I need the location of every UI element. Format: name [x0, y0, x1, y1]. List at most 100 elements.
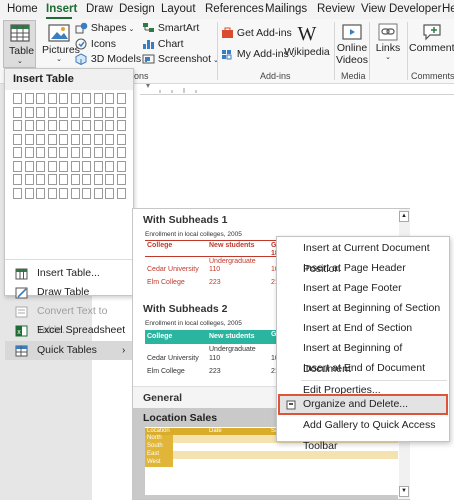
- grid-cell[interactable]: [47, 93, 57, 104]
- grid-cell[interactable]: [116, 106, 126, 118]
- grid-cell[interactable]: [116, 147, 126, 158]
- grid-cell[interactable]: [36, 133, 45, 145]
- grid-cell[interactable]: [36, 147, 45, 158]
- tab-draw[interactable]: Draw: [86, 3, 113, 15]
- shapes-button[interactable]: Shapes ⌄: [75, 22, 134, 34]
- insert-at-page-header-menu-item[interactable]: Insert at Page Header: [277, 258, 449, 279]
- grid-cell[interactable]: [70, 93, 80, 104]
- grid-cell[interactable]: [24, 106, 34, 118]
- grid-cell[interactable]: [36, 187, 45, 199]
- quick-tables-menu-item[interactable]: Quick Tables ›: [5, 341, 133, 360]
- grid-cell[interactable]: [24, 187, 34, 199]
- grid-cell[interactable]: [116, 187, 126, 199]
- grid-cell[interactable]: [116, 160, 126, 172]
- grid-cell[interactable]: [116, 174, 126, 185]
- grid-cell[interactable]: [47, 133, 57, 145]
- grid-cell[interactable]: [105, 147, 114, 158]
- table-button[interactable]: Table ⌄: [3, 20, 36, 68]
- draw-table-menu-item[interactable]: Draw Table: [5, 283, 133, 302]
- grid-cell[interactable]: [24, 147, 34, 158]
- pictures-button[interactable]: Pictures ⌄: [42, 21, 80, 69]
- grid-cell[interactable]: [13, 147, 22, 158]
- grid-cell[interactable]: [59, 187, 68, 199]
- grid-cell[interactable]: [47, 120, 57, 131]
- grid-cell[interactable]: [105, 160, 114, 172]
- insert-table-menu-item[interactable]: Insert Table...: [5, 264, 133, 283]
- grid-cell[interactable]: [116, 120, 126, 131]
- grid-cell[interactable]: [82, 187, 91, 199]
- grid-cell[interactable]: [82, 93, 91, 104]
- grid-cell[interactable]: [59, 120, 68, 131]
- grid-cell[interactable]: [47, 147, 57, 158]
- links-button[interactable]: Links ⌄: [372, 22, 404, 62]
- insert-at-page-footer-menu-item[interactable]: Insert at Page Footer: [277, 278, 449, 299]
- grid-cell[interactable]: [93, 120, 103, 131]
- grid-cell[interactable]: [59, 160, 68, 172]
- grid-cell[interactable]: [59, 147, 68, 158]
- grid-cell[interactable]: [82, 106, 91, 118]
- tab-help[interactable]: He: [442, 3, 454, 15]
- grid-cell[interactable]: [82, 147, 91, 158]
- grid-cell[interactable]: [105, 187, 114, 199]
- grid-cell[interactable]: [93, 93, 103, 104]
- grid-cell[interactable]: [70, 120, 80, 131]
- wikipedia-button[interactable]: W Wikipedia: [284, 22, 330, 58]
- grid-cell[interactable]: [70, 147, 80, 158]
- organize-and-delete-menu-item[interactable]: Organize and Delete...: [278, 394, 448, 415]
- grid-cell[interactable]: [24, 174, 34, 185]
- grid-cell[interactable]: [47, 187, 57, 199]
- grid-cell[interactable]: [105, 133, 114, 145]
- tab-layout[interactable]: Layout: [161, 3, 196, 15]
- grid-cell[interactable]: [36, 106, 45, 118]
- grid-cell[interactable]: [13, 106, 22, 118]
- scroll-up-icon[interactable]: ▲: [399, 211, 409, 222]
- grid-cell[interactable]: [93, 187, 103, 199]
- comment-button[interactable]: Comment: [409, 22, 454, 54]
- grid-cell[interactable]: [116, 133, 126, 145]
- grid-cell[interactable]: [116, 93, 126, 104]
- grid-cell[interactable]: [24, 160, 34, 172]
- insert-at-beginning-of-section-menu-item[interactable]: Insert at Beginning of Section: [277, 298, 449, 319]
- smartart-button[interactable]: SmartArt: [142, 22, 199, 34]
- grid-cell[interactable]: [70, 160, 80, 172]
- tab-design[interactable]: Design: [119, 3, 155, 15]
- tab-mailings[interactable]: Mailings: [265, 3, 307, 15]
- grid-cell[interactable]: [36, 120, 45, 131]
- grid-cell[interactable]: [105, 120, 114, 131]
- add-gallery-to-qat-menu-item[interactable]: Add Gallery to Quick Access Toolbar: [277, 415, 449, 452]
- grid-cell[interactable]: [59, 93, 68, 104]
- grid-cell[interactable]: [93, 147, 103, 158]
- grid-cell[interactable]: [24, 93, 34, 104]
- grid-cell[interactable]: [13, 187, 22, 199]
- grid-cell[interactable]: [70, 187, 80, 199]
- online-videos-button[interactable]: Online Videos: [336, 22, 368, 66]
- scroll-down-icon[interactable]: ▼: [399, 486, 409, 497]
- tab-view[interactable]: View: [361, 3, 386, 15]
- grid-cell[interactable]: [70, 133, 80, 145]
- grid-cell[interactable]: [82, 160, 91, 172]
- grid-cell[interactable]: [47, 106, 57, 118]
- grid-cell[interactable]: [36, 93, 45, 104]
- grid-cell[interactable]: [93, 160, 103, 172]
- grid-cell[interactable]: [36, 174, 45, 185]
- grid-cell[interactable]: [82, 174, 91, 185]
- grid-cell[interactable]: [13, 93, 22, 104]
- grid-cell[interactable]: [93, 106, 103, 118]
- insert-at-end-of-section-menu-item[interactable]: Insert at End of Section: [277, 318, 449, 339]
- 3d-models-button[interactable]: 3D Models ⌄: [75, 53, 149, 66]
- grid-cell[interactable]: [70, 174, 80, 185]
- chart-button[interactable]: Chart: [142, 38, 184, 50]
- grid-cell[interactable]: [70, 106, 80, 118]
- grid-cell[interactable]: [59, 106, 68, 118]
- grid-cell[interactable]: [82, 133, 91, 145]
- table-size-grid[interactable]: [13, 93, 131, 255]
- grid-cell[interactable]: [24, 120, 34, 131]
- grid-cell[interactable]: [59, 174, 68, 185]
- tab-review[interactable]: Review: [317, 3, 355, 15]
- grid-cell[interactable]: [93, 174, 103, 185]
- grid-cell[interactable]: [13, 120, 22, 131]
- grid-cell[interactable]: [24, 133, 34, 145]
- grid-cell[interactable]: [105, 174, 114, 185]
- grid-cell[interactable]: [13, 133, 22, 145]
- tab-developer[interactable]: Developer: [389, 3, 441, 15]
